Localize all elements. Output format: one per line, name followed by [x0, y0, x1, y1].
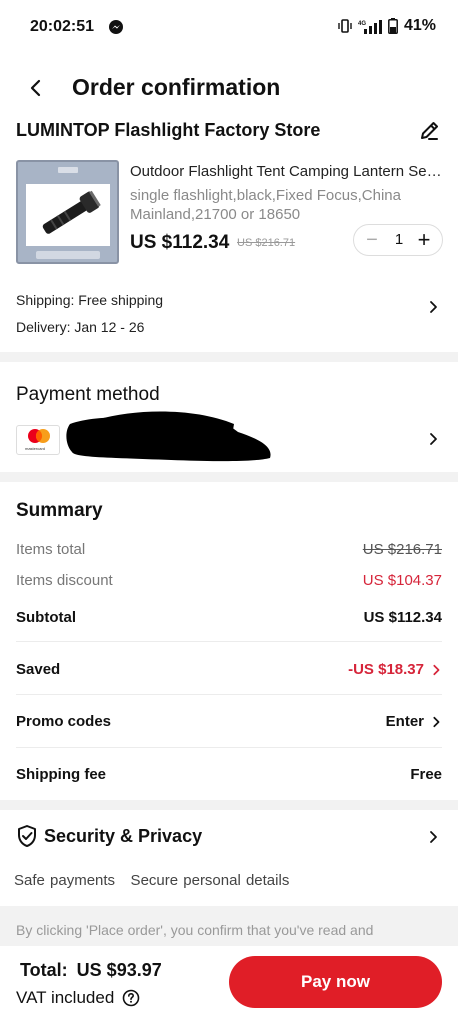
items-discount-value: US $104.37	[362, 572, 442, 589]
items-discount-label: Items discount	[16, 572, 113, 589]
consent-notice: By clicking 'Place order', you confirm t…	[0, 906, 458, 946]
page-title: Order confirmation	[72, 74, 281, 100]
promo-codes-enter: Enter	[385, 713, 424, 730]
card-brand-text: mastercard	[25, 446, 46, 451]
messenger-icon	[109, 20, 123, 34]
vat-note: VAT included	[16, 988, 140, 1008]
items-total-label: Items total	[16, 541, 86, 558]
vat-text: VAT included	[16, 988, 115, 1007]
mastercard-icon: mastercard	[16, 425, 60, 455]
chevron-right-icon	[433, 716, 440, 728]
product-title[interactable]: Outdoor Flashlight Tent Camping Lantern …	[130, 163, 446, 180]
store-row: LUMINTOP Flashlight Factory Store	[0, 116, 458, 148]
shipping-fee-value: Free	[410, 766, 442, 783]
order-summary: Summary Items total US $216.71 Items dis…	[0, 486, 458, 800]
chevron-right-icon	[433, 664, 440, 676]
back-button[interactable]	[22, 74, 50, 102]
shipping-fee-label: Shipping fee	[16, 766, 106, 783]
total-label: Total:	[20, 960, 68, 980]
section-divider	[0, 472, 458, 482]
redacted-card-details	[66, 411, 271, 462]
store-name: LUMINTOP Flashlight Factory Store	[16, 120, 321, 140]
promo-codes-label: Promo codes	[16, 713, 112, 730]
edit-icon[interactable]	[416, 118, 442, 144]
security-privacy-row[interactable]: Security & Privacy	[16, 822, 442, 852]
payment-method-row[interactable]: Payment method mastercard	[0, 372, 458, 472]
subtotal-value: US $112.34	[363, 609, 442, 626]
saved-row[interactable]: Saved -US $18.37	[16, 661, 442, 681]
chevron-right-icon	[430, 433, 437, 445]
status-time: 20:02:51	[30, 18, 95, 35]
shield-check-icon	[18, 825, 36, 847]
subtotal-row: Subtotal US $112.34	[16, 609, 442, 629]
row-divider	[16, 641, 442, 642]
checkout-bar: Total: US $93.97 VAT included Pay now	[0, 946, 458, 1024]
thumbnail-frame	[26, 184, 110, 246]
product-original-price: US $216.71	[237, 237, 296, 249]
product-spec: single flashlight,black,Fixed Focus,Chin…	[130, 187, 401, 223]
product-price: US $112.34	[130, 232, 230, 253]
shipping-row[interactable]: Shipping: Free shipping Delivery: Jan 12…	[0, 284, 458, 346]
thumbnail-caption-bar	[36, 251, 100, 259]
consent-text: By clicking 'Place order', you confirm t…	[16, 922, 374, 938]
security-privacy-section: Security & Privacy Safe payments Secure …	[0, 810, 458, 900]
decrease-quantity-button[interactable]: −	[362, 228, 382, 252]
items-total-value: US $216.71	[362, 541, 442, 558]
total-value: US $93.97	[76, 960, 162, 980]
row-divider	[16, 694, 442, 695]
status-icons: 4G 41%	[338, 17, 436, 35]
shipping-text: Shipping: Free shipping	[16, 292, 164, 308]
back-arrow-icon	[30, 79, 41, 97]
saved-value: -US $18.37	[348, 661, 424, 678]
battery-icon	[388, 18, 398, 34]
help-icon[interactable]	[122, 989, 140, 1007]
items-discount-row: Items discount US $104.37	[16, 572, 442, 592]
subtotal-label: Subtotal	[16, 609, 76, 626]
thumbnail-label-mark	[58, 167, 78, 173]
svg-text:4G: 4G	[358, 21, 366, 27]
section-divider	[0, 800, 458, 810]
signal-icon: 4G	[358, 20, 382, 34]
security-privacy-title: Security & Privacy	[44, 826, 203, 846]
flashlight-image	[42, 190, 101, 234]
chevron-right-icon	[430, 301, 437, 313]
items-total-row: Items total US $216.71	[16, 541, 442, 561]
page-header: Order confirmation	[0, 64, 458, 112]
shipping-fee-row: Shipping fee Free	[16, 766, 442, 786]
battery-percent: 41%	[403, 17, 436, 34]
mastercard-logo	[28, 429, 50, 443]
chevron-right-icon	[430, 831, 437, 843]
promo-codes-row[interactable]: Promo codes Enter	[16, 713, 442, 733]
increase-quantity-button[interactable]: +	[414, 228, 434, 252]
quantity-value: 1	[394, 231, 404, 248]
order-total: Total: US $93.97	[16, 960, 162, 981]
vibrate-icon	[338, 19, 352, 33]
product-item: Outdoor Flashlight Tent Camping Lantern …	[0, 158, 458, 268]
quantity-stepper: − 1 +	[353, 224, 443, 256]
summary-title: Summary	[16, 500, 103, 521]
security-features: Safe payments Secure personal details	[14, 872, 290, 889]
delivery-text: Delivery: Jan 12 - 26	[16, 319, 145, 335]
saved-label: Saved	[16, 661, 61, 678]
product-thumbnail[interactable]	[16, 160, 119, 264]
row-divider	[16, 747, 442, 748]
section-divider	[0, 352, 458, 362]
pay-now-button[interactable]: Pay now	[229, 956, 442, 1008]
status-bar: 20:02:51 4G 41%	[0, 0, 458, 56]
